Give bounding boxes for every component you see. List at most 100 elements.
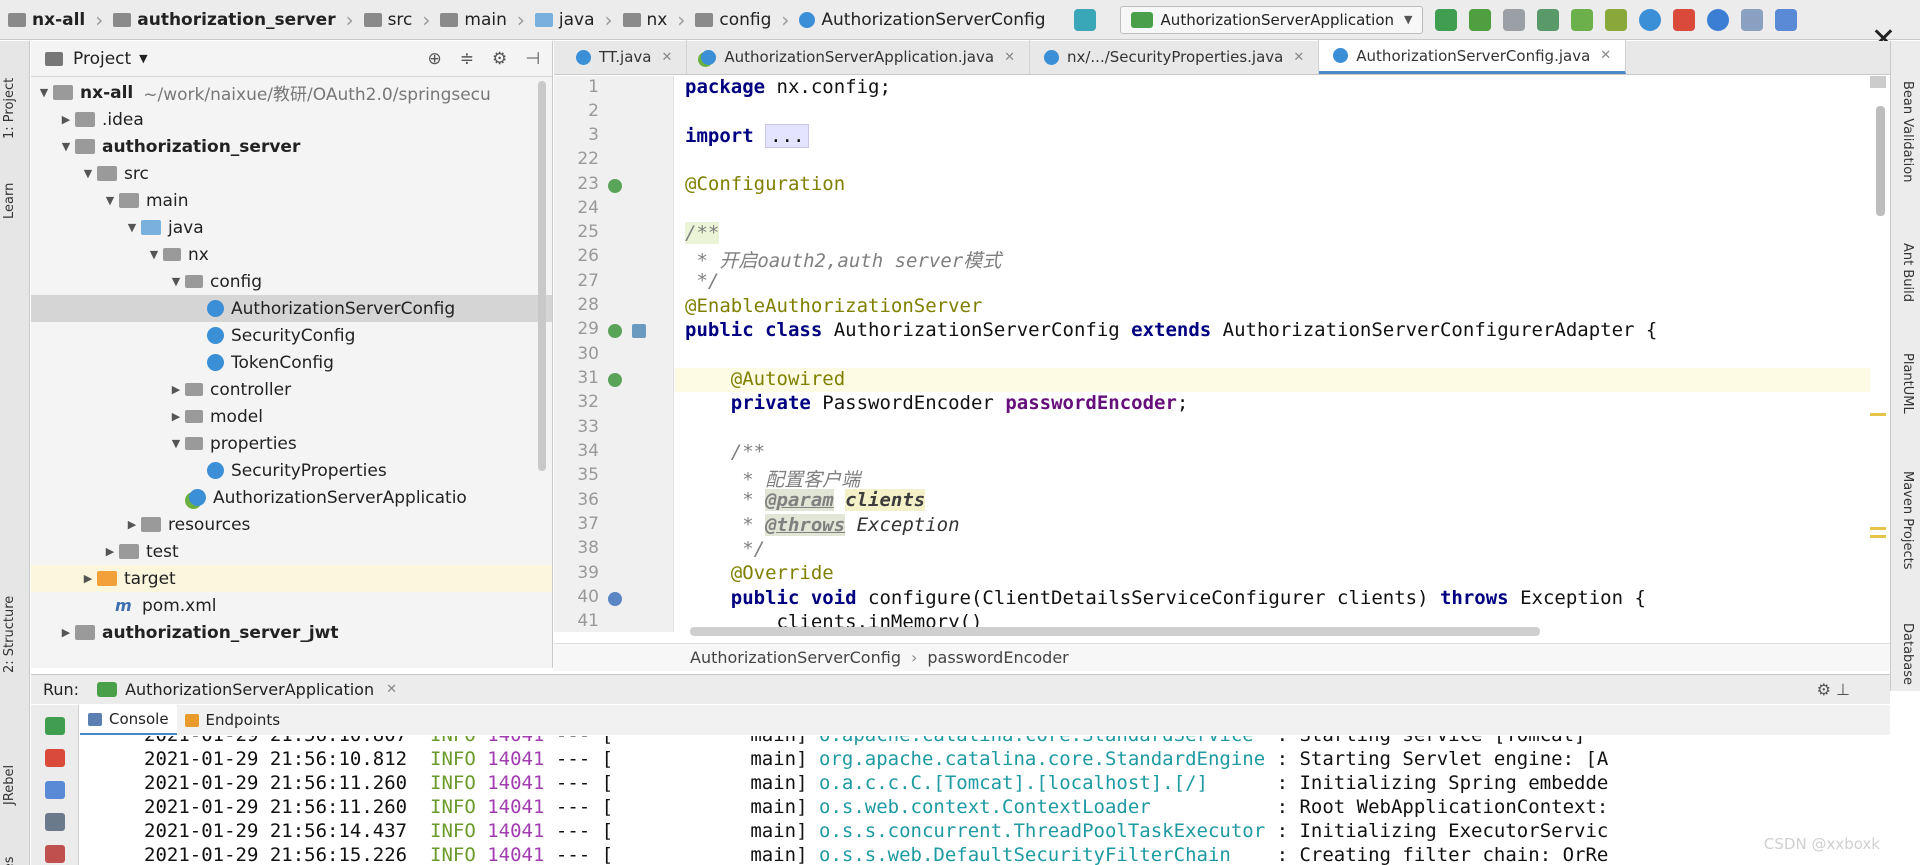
expand-arrow-icon[interactable]: ▼	[167, 275, 185, 288]
tree-item-security-config[interactable]: SecurityConfig	[31, 322, 552, 349]
gear-icon[interactable]: ⚙ ⊥	[1817, 680, 1850, 699]
tool-window-bean-validation[interactable]: Bean Validation	[1900, 81, 1915, 182]
warning-mark[interactable]	[1870, 535, 1886, 538]
coverage-icon[interactable]	[1503, 8, 1526, 31]
expand-arrow-icon[interactable]: ▼	[35, 86, 53, 99]
expand-arrow-icon[interactable]: ▶	[57, 626, 75, 639]
tool-window-favorites[interactable]: vorites	[2, 857, 17, 865]
stop-icon[interactable]	[1673, 8, 1696, 31]
editor-horizontal-scrollbar[interactable]	[690, 627, 1540, 636]
close-tab-icon[interactable]: ✕	[661, 50, 672, 65]
expand-arrow-icon[interactable]: ▶	[79, 572, 97, 585]
gear-icon[interactable]: ⚙	[492, 49, 507, 69]
run-config-selector[interactable]: AuthorizationServerApplication ▼	[1119, 5, 1424, 34]
jrebel-run-icon[interactable]	[1571, 8, 1594, 31]
nav-crumb-project[interactable]: nx-all	[0, 0, 89, 39]
spring-bean-icon[interactable]	[608, 324, 622, 338]
tab-authorization-server-application[interactable]: AuthorizationServerApplication.java ✕	[687, 40, 1030, 74]
update-icon[interactable]	[1639, 8, 1662, 31]
tree-item-pom[interactable]: m pom.xml	[31, 592, 552, 619]
structure-icon[interactable]	[1741, 8, 1764, 31]
tree-item-nx-all[interactable]: ▼ nx-all ~/work/naixue/教研/OAuth2.0/springs…	[31, 79, 552, 106]
close-tab-icon[interactable]: ✕	[1600, 48, 1611, 63]
tree-item-authorization-server[interactable]: ▼ authorization_server	[31, 133, 552, 160]
expand-arrow-icon[interactable]: ▼	[123, 221, 141, 234]
tool-window-project[interactable]: 1: Project	[2, 78, 17, 139]
expand-arrow-icon[interactable]: ▶	[167, 383, 185, 396]
jrebel-debug-icon[interactable]	[1605, 8, 1628, 31]
tree-item-config[interactable]: ▼ config	[31, 268, 552, 295]
tool-window-jrebel[interactable]: JRebel	[2, 765, 17, 805]
camera-icon[interactable]	[45, 813, 65, 831]
project-panel-title[interactable]: Project	[73, 49, 131, 69]
tree-item-authorization-server-application[interactable]: AuthorizationServerApplicatio	[31, 484, 552, 511]
tree-item-resources[interactable]: ▶ resources	[31, 511, 552, 538]
tool-window-maven[interactable]: Maven Projects	[1900, 471, 1915, 570]
expand-arrow-icon[interactable]: ▼	[57, 140, 75, 153]
warning-mark[interactable]	[1870, 413, 1886, 416]
tab-tt-java[interactable]: TT.java ✕	[554, 40, 688, 74]
tree-item-authorization-server-jwt[interactable]: ▶ authorization_server_jwt	[31, 619, 552, 646]
help-icon[interactable]	[1707, 8, 1730, 31]
run-config-tab[interactable]: AuthorizationServerApplication	[125, 680, 374, 699]
tree-item-token-config[interactable]: TokenConfig	[31, 349, 552, 376]
rerun-icon[interactable]	[45, 717, 65, 735]
tree-item-target[interactable]: ▶ target	[31, 565, 552, 592]
nav-crumb-main[interactable]: main	[436, 0, 510, 39]
stop-icon[interactable]	[45, 749, 65, 767]
close-tab-icon[interactable]: ✕	[1293, 50, 1304, 65]
tree-item-java[interactable]: ▼ java	[31, 214, 552, 241]
close-icon[interactable]: ✕	[386, 682, 397, 697]
tool-window-ant-build[interactable]: Ant Build	[1900, 243, 1915, 302]
tab-console[interactable]: Console	[80, 705, 177, 735]
console-output[interactable]: 2021-01-29 21:56:10.807 INFO 14041 --- […	[80, 736, 1890, 865]
build-icon[interactable]	[1073, 8, 1096, 31]
code-editor[interactable]: package nx.config; import ... @Configura…	[675, 76, 1870, 632]
spring-bean-icon[interactable]	[608, 179, 622, 193]
tree-item-model[interactable]: ▶ model	[31, 403, 552, 430]
tool-window-structure[interactable]: 2: Structure	[2, 596, 17, 673]
tree-item-src[interactable]: ▼ src	[31, 160, 552, 187]
folded-imports[interactable]: ...	[765, 124, 810, 148]
tool-window-database[interactable]: Database	[1900, 623, 1915, 685]
chevron-down-icon[interactable]: ▼	[139, 52, 147, 65]
sdk-icon[interactable]	[1775, 8, 1798, 31]
tool-window-learn[interactable]: Learn	[2, 183, 17, 219]
close-tab-icon[interactable]: ✕	[1004, 50, 1015, 65]
nav-crumb-config[interactable]: config	[691, 0, 775, 39]
tree-item-test[interactable]: ▶ test	[31, 538, 552, 565]
tree-item-security-properties[interactable]: SecurityProperties	[31, 457, 552, 484]
nav-crumb-nx[interactable]: nx	[619, 0, 672, 39]
override-icon[interactable]	[608, 592, 622, 606]
target-icon[interactable]: ⊕	[427, 49, 441, 69]
hide-panel-icon[interactable]: ⊣	[525, 49, 540, 69]
tree-item-nx[interactable]: ▼ nx	[31, 241, 552, 268]
pause-icon[interactable]	[45, 781, 65, 799]
editor-vertical-scrollbar[interactable]	[1876, 106, 1885, 216]
autowired-icon[interactable]	[608, 373, 622, 387]
rerun-icon[interactable]	[1435, 8, 1458, 31]
project-scrollbar[interactable]	[538, 81, 546, 471]
tool-window-plantuml[interactable]: PlantUML	[1900, 353, 1915, 414]
breadcrumb-class[interactable]: AuthorizationServerConfig	[690, 648, 901, 667]
warning-mark[interactable]	[1870, 527, 1886, 530]
collapse-all-icon[interactable]: ≑	[460, 49, 474, 69]
tree-item-idea[interactable]: ▶ .idea	[31, 106, 552, 133]
implement-icon[interactable]	[632, 324, 646, 338]
nav-crumb-src[interactable]: src	[360, 0, 417, 39]
tab-endpoints[interactable]: Endpoints	[177, 705, 289, 735]
tree-item-properties[interactable]: ▼ properties	[31, 430, 552, 457]
tab-security-properties[interactable]: nx/.../SecurityProperties.java ✕	[1030, 40, 1320, 74]
nav-crumb-module[interactable]: authorization_server	[109, 0, 339, 39]
expand-arrow-icon[interactable]: ▶	[167, 410, 185, 423]
restore-layout-icon[interactable]	[45, 845, 65, 863]
expand-arrow-icon[interactable]: ▼	[167, 437, 185, 450]
tree-item-main[interactable]: ▼ main	[31, 187, 552, 214]
expand-arrow-icon[interactable]: ▼	[101, 194, 119, 207]
tree-item-controller[interactable]: ▶ controller	[31, 376, 552, 403]
expand-arrow-icon[interactable]: ▼	[145, 248, 163, 261]
nav-crumb-class[interactable]: AuthorizationServerConfig	[795, 0, 1049, 39]
breadcrumb-field[interactable]: passwordEncoder	[927, 648, 1068, 667]
profile-icon[interactable]	[1537, 8, 1560, 31]
tree-item-authorization-server-config[interactable]: AuthorizationServerConfig	[31, 295, 552, 322]
